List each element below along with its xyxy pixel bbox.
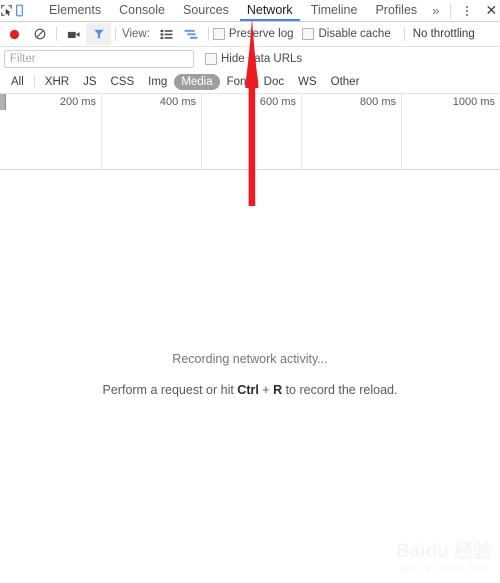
inspect-element-icon[interactable]	[0, 0, 13, 21]
disable-cache-checkbox-group[interactable]: Disable cache	[302, 28, 391, 40]
type-filter-xhr[interactable]: XHR	[38, 74, 76, 90]
preserve-log-checkbox-group[interactable]: Preserve log	[212, 28, 294, 40]
network-toolbar: View: Preserve log Disable cache No thro…	[0, 22, 500, 47]
view-waterfall-button[interactable]	[179, 23, 204, 45]
type-filter-all[interactable]: All	[4, 74, 31, 90]
timeline-cell: 400 ms	[101, 94, 202, 169]
record-hint-suffix: to record the reload.	[282, 383, 398, 397]
disable-cache-checkbox[interactable]	[302, 28, 315, 40]
timeline-tick-label: 600 ms	[259, 96, 296, 108]
watermark-brand: Baidu 经验	[395, 541, 492, 562]
resource-type-filters: All XHR JS CSS Img Media Font Doc WS Oth…	[0, 70, 500, 94]
type-filter-font[interactable]: Font	[220, 74, 257, 90]
type-filter-ws[interactable]: WS	[291, 74, 324, 90]
network-timeline-overview[interactable]: 200 ms 400 ms 600 ms 800 ms 1000 ms	[0, 94, 500, 170]
empty-state-message: Recording network activity... Perform a …	[0, 352, 500, 397]
filmstrip-button[interactable]	[61, 23, 86, 45]
hide-data-urls-label: Hide data URLs	[221, 52, 303, 65]
more-tabs-chevron-icon[interactable]: »	[426, 0, 445, 21]
search-input[interactable]	[4, 49, 194, 68]
timeline-tick-label: 1000 ms	[452, 96, 495, 108]
close-icon[interactable]: ✕	[478, 0, 500, 21]
more-vertical-icon[interactable]	[456, 0, 478, 21]
shortcut-key-r: R	[273, 383, 283, 397]
record-hint-text: Perform a request or hit Ctrl + R to rec…	[0, 383, 500, 397]
hide-data-urls-checkbox-group[interactable]: Hide data URLs	[205, 52, 303, 65]
timeline-cell: 1000 ms	[401, 94, 500, 169]
tabbar-right-controls: ✕	[445, 0, 500, 21]
device-toolbar-icon[interactable]	[13, 0, 26, 21]
toolbar-divider-1	[56, 27, 57, 41]
tabbar-right-divider	[450, 3, 452, 18]
timeline-cell: 200 ms	[0, 94, 102, 169]
record-circle-icon	[9, 29, 20, 39]
timeline-cell: 600 ms	[201, 94, 302, 169]
clear-button[interactable]	[27, 23, 52, 45]
throttling-select[interactable]: No throttling	[413, 28, 475, 40]
type-filter-divider	[33, 75, 35, 88]
tab-sources[interactable]: Sources	[174, 0, 238, 21]
camera-filmstrip-icon	[67, 31, 80, 38]
record-button[interactable]	[2, 23, 27, 45]
toolbar-divider-4	[403, 27, 405, 41]
timeline-tick-label: 800 ms	[359, 96, 396, 108]
timeline-tick-label: 200 ms	[59, 96, 96, 108]
type-filter-media[interactable]: Media	[174, 73, 220, 90]
hide-data-urls-checkbox[interactable]	[205, 52, 217, 65]
shortcut-plus: +	[258, 383, 274, 397]
record-hint-prefix: Perform a request or hit	[102, 383, 238, 397]
view-list-button[interactable]	[154, 23, 179, 45]
timeline-tick-label: 400 ms	[159, 96, 196, 108]
filter-row: Hide data URLs	[0, 47, 500, 70]
device-toolbar-glyph	[16, 4, 23, 17]
tab-elements[interactable]: Elements	[40, 0, 110, 21]
recording-status-text: Recording network activity...	[172, 352, 328, 366]
type-filter-doc[interactable]: Doc	[257, 74, 291, 90]
type-filter-img[interactable]: Img	[141, 74, 174, 90]
toolbar-divider-2	[115, 27, 116, 41]
watermark: Baidu 经验 jingyan.baidu.com	[396, 542, 492, 575]
tab-console[interactable]: Console	[110, 0, 174, 21]
devtools-tabbar: Elements Console Sources Network Timelin…	[0, 0, 500, 22]
type-filter-css[interactable]: CSS	[103, 74, 141, 90]
tab-profiles[interactable]: Profiles	[366, 0, 426, 21]
type-filter-other[interactable]: Other	[324, 74, 367, 90]
view-label: View:	[122, 28, 150, 40]
watermark-url: jingyan.baidu.com	[399, 562, 489, 574]
filter-funnel-icon	[93, 29, 104, 39]
shortcut-key-ctrl: Ctrl	[237, 383, 259, 397]
inspect-element-glyph	[1, 5, 12, 16]
filter-toggle-button[interactable]	[86, 23, 111, 45]
toolbar-divider-3	[207, 27, 209, 41]
waterfall-view-icon	[185, 29, 198, 39]
type-filter-js[interactable]: JS	[76, 74, 103, 90]
panel-tabs: Elements Console Sources Network Timelin…	[40, 0, 445, 21]
list-view-icon	[160, 29, 173, 39]
tab-network[interactable]: Network	[238, 0, 302, 21]
preserve-log-checkbox[interactable]	[212, 28, 225, 40]
preserve-log-label: Preserve log	[228, 28, 294, 40]
tab-timeline[interactable]: Timeline	[302, 0, 367, 21]
clear-slash-icon	[34, 28, 45, 40]
timeline-cell: 800 ms	[301, 94, 402, 169]
disable-cache-label: Disable cache	[318, 28, 391, 40]
